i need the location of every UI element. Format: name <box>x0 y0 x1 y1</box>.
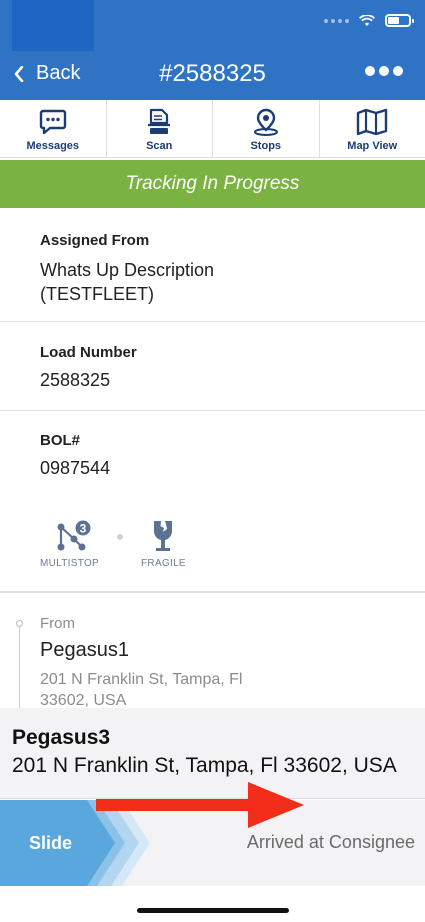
assigned-from-label: Assigned From <box>40 232 150 249</box>
destination-name: Pegasus3 <box>12 726 111 749</box>
back-label: Back <box>36 62 81 84</box>
load-number-label: Load Number <box>40 344 137 361</box>
folded-map-icon <box>357 108 388 136</box>
fragile-glass-icon <box>154 521 173 551</box>
arrow-right-icon <box>96 782 304 828</box>
tab-scan[interactable]: Scan <box>107 100 213 157</box>
tab-scan-label: Scan <box>146 140 173 152</box>
home-indicator <box>137 908 289 913</box>
assigned-from-value: Whats Up Description (TESTFLEET) <box>40 258 425 306</box>
destination-address: 201 N Franklin St, Tampa, Fl 33602, USA <box>12 754 397 777</box>
load-number-value: 2588325 <box>40 370 111 390</box>
multistop-count: 3 <box>79 522 86 536</box>
route-origin: From Pegasus1 201 N Franklin St, Tampa, … <box>0 592 425 708</box>
dot-icon <box>379 66 389 76</box>
route-timeline-line <box>19 626 20 708</box>
tab-stops[interactable]: Stops <box>213 100 320 157</box>
tab-map-view-label: Map View <box>347 140 398 152</box>
fragile-label: FRAGILE <box>141 558 186 569</box>
fragile-badge: FRAGILE <box>141 518 186 569</box>
assigned-from-line1: Whats Up Description <box>40 260 215 280</box>
tab-map-view[interactable]: Map View <box>320 100 425 157</box>
slide-button[interactable]: Slide <box>29 833 72 854</box>
tracking-status-text: Tracking In Progress <box>125 173 300 194</box>
badge-separator <box>117 534 124 540</box>
assigned-from-line2: (TESTFLEET) <box>40 284 155 304</box>
tab-messages-label: Messages <box>26 140 80 152</box>
origin-name: Pegasus1 <box>40 639 129 661</box>
multistop-label: MULTISTOP <box>40 558 100 569</box>
back-button[interactable]: Back <box>14 62 80 85</box>
dot-icon <box>365 66 375 76</box>
route-timeline-dot <box>16 620 23 627</box>
dot-icon <box>393 66 403 76</box>
shipment-badges: 3 MULTISTOP FRAGILE <box>40 518 186 569</box>
bol-value: 0987544 <box>40 458 111 478</box>
slide-action-text: Arrived at Consignee <box>246 832 415 852</box>
status-bar-icons <box>324 14 414 27</box>
multistop-badge: 3 MULTISTOP <box>40 518 99 569</box>
tab-messages[interactable]: Messages <box>0 100 107 157</box>
bol-label: BOL# <box>40 432 81 449</box>
map-pin-icon <box>253 108 278 136</box>
assigned-from-section: Assigned From Whats Up Description (TEST… <box>0 209 425 322</box>
wifi-icon <box>359 14 375 26</box>
action-toolbar: Messages Scan Stops Map View <box>0 100 425 158</box>
chevron-left-icon <box>14 65 24 82</box>
multistop-icon: 3 <box>57 518 92 551</box>
tab-stops-label: Stops <box>250 140 282 152</box>
signal-icon <box>324 18 349 23</box>
tracking-status-banner: Tracking In Progress <box>0 160 425 208</box>
status-bar-block <box>12 0 94 51</box>
more-options-button[interactable] <box>365 66 403 76</box>
load-number-section: Load Number 2588325 <box>0 322 425 411</box>
route-from-label: From <box>40 615 75 632</box>
origin-address: 201 N Franklin St, Tampa, Fl 33602, USA <box>40 671 243 708</box>
app-header: Back #2588325 <box>0 0 425 100</box>
battery-icon <box>385 14 414 27</box>
scanner-icon <box>148 108 171 134</box>
chat-bubble-icon <box>39 109 66 135</box>
